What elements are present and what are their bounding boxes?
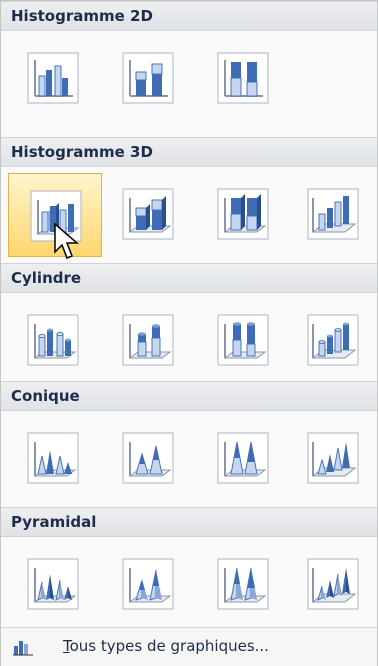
chart-type-gallery: Histogramme 2D Histogramme 3D Cylindre C… xyxy=(0,0,378,666)
cone-clustered-icon xyxy=(27,432,79,484)
pyramid-stacked-icon xyxy=(122,558,174,610)
cone-clustered-button[interactable] xyxy=(23,428,83,488)
column-stacked100-2d-icon xyxy=(217,52,269,104)
column-3d-icon xyxy=(307,188,359,240)
pyramid-3d-icon xyxy=(307,558,359,610)
row-histogramme-2d xyxy=(1,31,377,126)
cone-stacked-icon xyxy=(122,432,174,484)
hist3d-stacked-button[interactable] xyxy=(118,184,178,244)
all-chart-types-button[interactable]: Tous types de graphiques... xyxy=(1,627,377,666)
section-title: Pyramidal xyxy=(11,513,97,531)
row-conique xyxy=(1,411,377,506)
cone-stacked-button[interactable] xyxy=(118,428,178,488)
pyr-stacked-button[interactable] xyxy=(118,554,178,614)
section-title: Conique xyxy=(11,387,80,405)
section-title: Cylindre xyxy=(11,269,82,287)
column-stacked-2d-icon xyxy=(122,52,174,104)
cylinder-stacked100-icon xyxy=(217,314,269,366)
column-clustered-2d-icon xyxy=(27,52,79,104)
section-title: Histogramme 3D xyxy=(11,143,153,161)
cylinder-stacked-icon xyxy=(122,314,174,366)
cone-stacked100-button[interactable] xyxy=(213,428,273,488)
column-stacked100-3d-icon xyxy=(217,188,269,240)
section-header-histogramme-3d: Histogramme 3D xyxy=(1,137,377,167)
hist2d-clustered-button[interactable] xyxy=(23,48,83,108)
cylinder-clustered-icon xyxy=(27,314,79,366)
row-cylindre xyxy=(1,293,377,388)
pyr-clustered-button[interactable] xyxy=(23,554,83,614)
pyr-column-button[interactable] xyxy=(303,554,363,614)
pyramid-stacked100-icon xyxy=(217,558,269,610)
hist2d-stacked100-button[interactable] xyxy=(213,48,273,108)
section-header-histogramme-2d: Histogramme 2D xyxy=(1,1,377,31)
cyl-stacked100-button[interactable] xyxy=(213,310,273,370)
hist3d-stacked100-button[interactable] xyxy=(213,184,273,244)
cylinder-3d-icon xyxy=(307,314,359,366)
section-header-conique: Conique xyxy=(1,381,377,411)
cone-stacked100-icon xyxy=(217,432,269,484)
pyr-stacked100-button[interactable] xyxy=(213,554,273,614)
column-chart-icon xyxy=(13,641,33,656)
section-header-pyramidal: Pyramidal xyxy=(1,507,377,537)
cone-3d-icon xyxy=(307,432,359,484)
cone-column-button[interactable] xyxy=(303,428,363,488)
row-pyramidal xyxy=(1,537,377,632)
section-title: Histogramme 2D xyxy=(11,7,153,25)
cyl-column-button[interactable] xyxy=(303,310,363,370)
hist3d-column-button[interactable] xyxy=(303,184,363,244)
column-stacked-3d-icon xyxy=(122,188,174,240)
all-chart-types-label: Tous types de graphiques... xyxy=(63,637,269,655)
cyl-clustered-button[interactable] xyxy=(23,310,83,370)
mouse-cursor-icon xyxy=(54,222,80,259)
section-header-cylindre: Cylindre xyxy=(1,263,377,293)
cyl-stacked-button[interactable] xyxy=(118,310,178,370)
pyramid-clustered-icon xyxy=(27,558,79,610)
hist2d-stacked-button[interactable] xyxy=(118,48,178,108)
